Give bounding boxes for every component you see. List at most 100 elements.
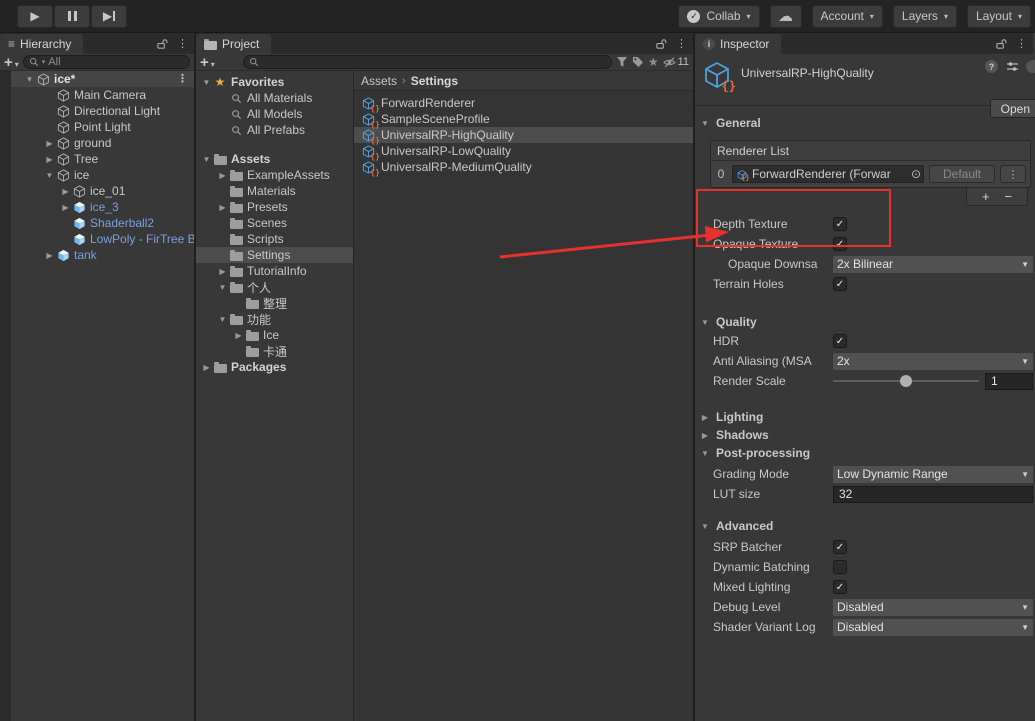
section-advanced[interactable]: ▼ Advanced (695, 517, 1033, 535)
create-button[interactable]: +▾ (200, 56, 215, 69)
slider-handle[interactable] (900, 375, 912, 387)
scene-row[interactable]: ▼ ice* ⋮ (11, 71, 194, 87)
lock-icon[interactable] (655, 38, 668, 50)
foldout-icon[interactable]: ▶ (59, 203, 72, 212)
folder-row[interactable]: All Materials (196, 90, 353, 106)
pause-button[interactable] (54, 5, 90, 28)
collab-dropdown[interactable]: ✓ Collab ▾ (678, 5, 759, 28)
depth-texture-checkbox[interactable]: ✓ (833, 217, 847, 231)
opaque-texture-checkbox[interactable]: ✓ (833, 237, 847, 251)
renderer-object-field[interactable]: {} ForwardRenderer (Forwar ⊙ (732, 165, 924, 183)
foldout-icon[interactable]: ▶ (216, 171, 229, 180)
breadcrumb-current[interactable]: Settings (411, 74, 458, 88)
kebab-menu-icon[interactable]: ⋮ (1016, 37, 1027, 50)
folder-row[interactable]: All Models (196, 106, 353, 122)
asset-row[interactable]: {}SampleSceneProfile (354, 111, 693, 127)
folder-row[interactable]: All Prefabs (196, 122, 353, 138)
foldout-icon[interactable]: ▼ (216, 283, 229, 292)
folder-row-favorites[interactable]: ▼★Favorites (196, 74, 353, 90)
gear-icon[interactable] (1026, 60, 1035, 73)
renderer-list-element[interactable]: 0 {} ForwardRenderer (Forwar ⊙ Default ⋮ (711, 161, 1030, 187)
kebab-menu-icon[interactable]: ⋮ (177, 37, 188, 50)
open-button[interactable]: Open (990, 99, 1035, 118)
hdr-checkbox[interactable]: ✓ (833, 334, 847, 348)
shader-variant-log-dropdown[interactable]: Disabled ▼ (833, 619, 1033, 636)
foldout-icon[interactable]: ▼ (700, 449, 710, 458)
section-shadows[interactable]: ▶ Shadows (695, 426, 1033, 444)
folder-row[interactable]: ▼个人 (196, 279, 353, 295)
object-picker-icon[interactable]: ⊙ (911, 167, 921, 181)
folder-row[interactable]: ▼功能 (196, 311, 353, 327)
asset-row[interactable]: {}UniversalRP-LowQuality (354, 143, 693, 159)
section-lighting[interactable]: ▶ Lighting (695, 408, 1033, 426)
foldout-icon[interactable]: ▼ (200, 78, 213, 87)
dynamic-batching-checkbox[interactable] (833, 560, 847, 574)
remove-element-button[interactable]: − (1004, 190, 1012, 203)
foldout-icon[interactable]: ▶ (43, 251, 56, 260)
hierarchy-item[interactable]: ▶ice_3 (11, 199, 194, 215)
layout-dropdown[interactable]: Layout ▾ (967, 5, 1031, 28)
section-general[interactable]: ▼ General (695, 114, 1033, 132)
section-quality[interactable]: ▼ Quality (695, 313, 1033, 331)
kebab-menu-icon[interactable]: ⋮ (676, 37, 687, 50)
folder-row[interactable]: ▶ExampleAssets (196, 167, 353, 183)
folder-row[interactable]: ▶TutorialInfo (196, 263, 353, 279)
hierarchy-item[interactable]: ▼ice (11, 167, 194, 183)
step-button[interactable]: ▶ (91, 5, 127, 28)
hierarchy-item[interactable]: Shaderball2 (11, 215, 194, 231)
hierarchy-item[interactable]: ▶ground (11, 135, 194, 151)
layers-dropdown[interactable]: Layers ▾ (893, 5, 957, 28)
foldout-icon[interactable]: ▶ (43, 139, 56, 148)
foldout-icon[interactable]: ▼ (700, 318, 710, 327)
folder-row[interactable]: 卡通 (196, 343, 353, 359)
search-by-type-button[interactable] (616, 56, 628, 68)
foldout-icon[interactable]: ▼ (23, 75, 36, 84)
kebab-menu-icon[interactable]: ⋮ (177, 72, 188, 85)
section-post-processing[interactable]: ▼ Post-processing (695, 444, 1033, 462)
foldout-icon[interactable]: ▶ (216, 267, 229, 276)
help-icon[interactable]: ? (985, 60, 998, 73)
hierarchy-search-input[interactable]: ▾ All (23, 55, 190, 69)
hierarchy-item[interactable]: Point Light (11, 119, 194, 135)
foldout-icon[interactable]: ▶ (200, 363, 213, 372)
folder-row[interactable]: ▶Ice (196, 327, 353, 343)
asset-row-selected[interactable]: {}UniversalRP-HighQuality (354, 127, 693, 143)
folder-row[interactable]: Scripts (196, 231, 353, 247)
cloud-button[interactable]: ☁ (770, 5, 802, 28)
hierarchy-item[interactable]: Directional Light (11, 103, 194, 119)
srp-batcher-checkbox[interactable]: ✓ (833, 540, 847, 554)
foldout-icon[interactable]: ▶ (700, 431, 710, 440)
folder-row[interactable]: 整理 (196, 295, 353, 311)
folder-row-assets[interactable]: ▼Assets (196, 151, 353, 167)
debug-level-dropdown[interactable]: Disabled ▼ (833, 599, 1033, 616)
play-button[interactable]: ▶ (17, 5, 53, 28)
foldout-icon[interactable]: ▼ (700, 119, 710, 128)
save-search-button[interactable]: ★ (648, 56, 659, 68)
search-by-label-button[interactable] (632, 56, 644, 68)
asset-row[interactable]: {}ForwardRenderer (354, 95, 693, 111)
foldout-icon[interactable]: ▶ (216, 203, 229, 212)
element-menu-button[interactable]: ⋮ (1000, 165, 1026, 183)
hidden-packages-toggle[interactable]: 11 (663, 56, 689, 68)
asset-row[interactable]: {}UniversalRP-MediumQuality (354, 159, 693, 175)
folder-row[interactable]: ▶Presets (196, 199, 353, 215)
foldout-icon[interactable]: ▼ (43, 171, 56, 180)
default-button[interactable]: Default (929, 165, 995, 183)
foldout-icon[interactable]: ▶ (232, 331, 245, 340)
lut-size-field[interactable]: 32 (833, 486, 1033, 503)
lock-icon[interactable] (156, 38, 169, 50)
breadcrumb-root[interactable]: Assets (361, 74, 397, 88)
hierarchy-item[interactable]: LowPoly - FirTree B (11, 231, 194, 247)
foldout-icon[interactable]: ▼ (200, 155, 213, 164)
foldout-icon[interactable]: ▶ (700, 413, 710, 422)
presets-icon[interactable] (1006, 61, 1019, 72)
hierarchy-item[interactable]: ▶Tree (11, 151, 194, 167)
account-dropdown[interactable]: Account ▾ (812, 5, 883, 28)
create-button[interactable]: +▾ (4, 56, 19, 69)
folder-row[interactable]: Materials (196, 183, 353, 199)
folder-row-settings[interactable]: Settings (196, 247, 353, 263)
hierarchy-item[interactable]: Main Camera (11, 87, 194, 103)
anti-aliasing-dropdown[interactable]: 2x ▼ (833, 353, 1033, 370)
folder-row[interactable]: Scenes (196, 215, 353, 231)
foldout-icon[interactable]: ▶ (59, 187, 72, 196)
